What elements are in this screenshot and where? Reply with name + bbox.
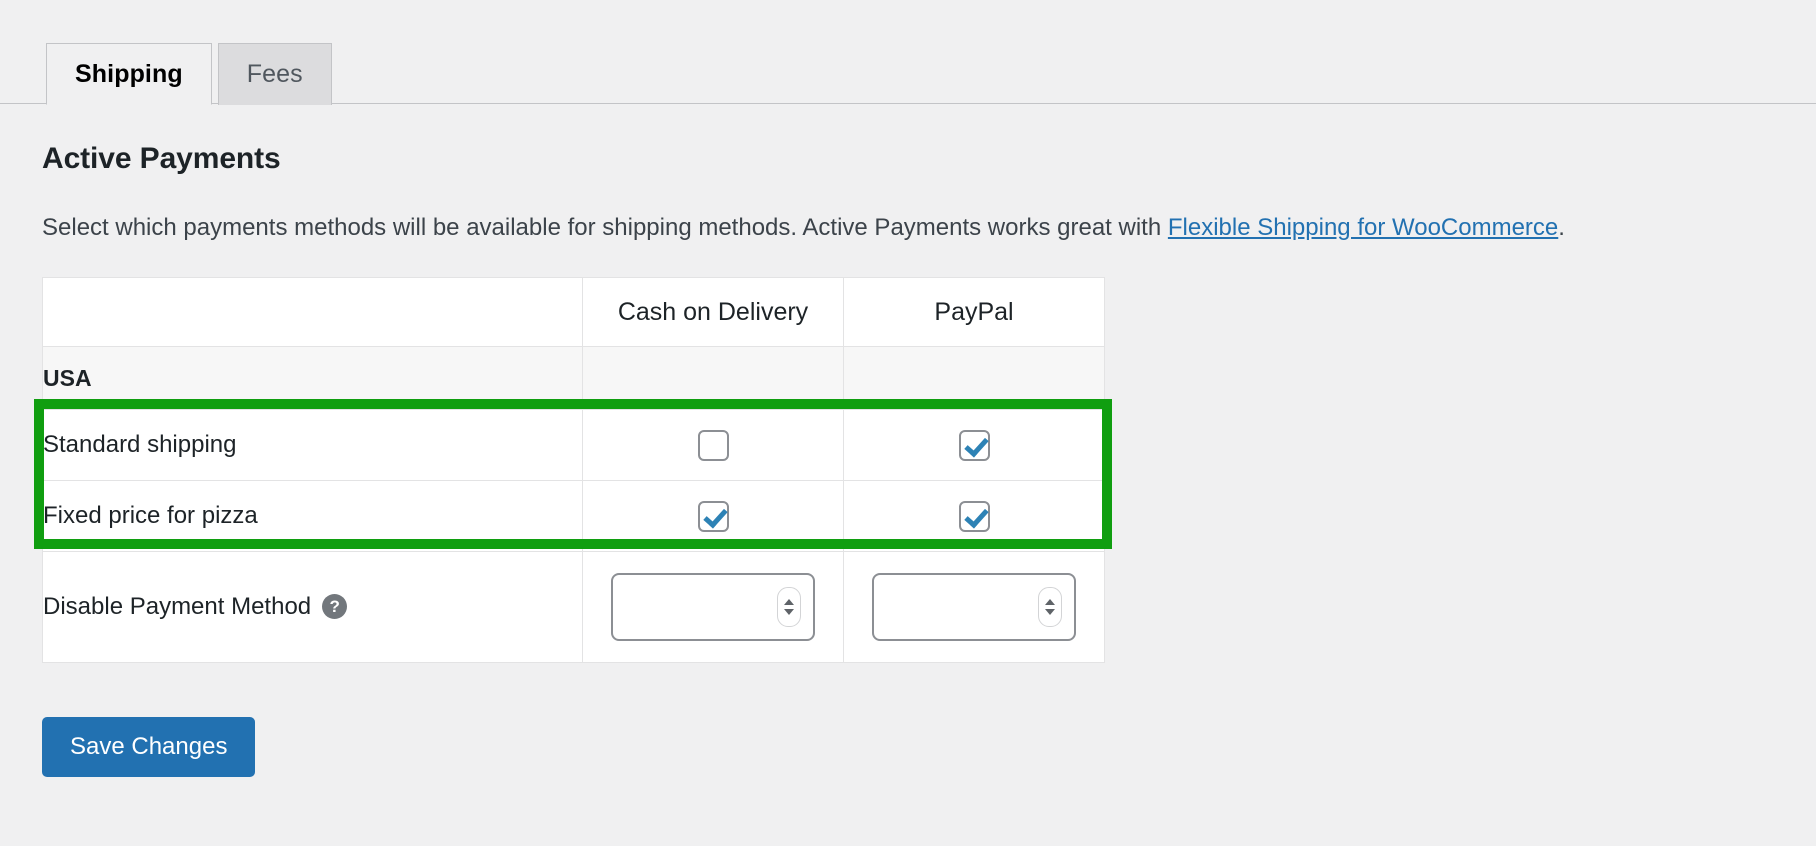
description-text-before: Select which payments methods will be av… (42, 214, 1168, 241)
spinner-paypal[interactable] (1038, 587, 1062, 628)
tab-shipping[interactable]: Shipping (46, 43, 212, 105)
save-changes-button[interactable]: Save Changes (42, 717, 256, 778)
cell-standard-shipping-cash-on-delivery[interactable] (582, 409, 844, 482)
flexible-shipping-link[interactable]: Flexible Shipping for WooCommerce (1168, 214, 1558, 241)
cell-disable-paypal (843, 551, 1105, 664)
checkbox-fixed-price-for-pizza-paypal[interactable] (958, 500, 990, 532)
cell-disable-cash-on-delivery (582, 551, 844, 664)
group-label-usa: USA (42, 346, 583, 411)
table-body: USA Standard shipping Fixed price for pi… (42, 346, 1105, 664)
spinner-down-arrow-icon[interactable] (1045, 609, 1055, 616)
disable-cash-on-delivery-field[interactable] (611, 573, 815, 642)
tab-fees[interactable]: Fees (217, 43, 332, 105)
disable-cash-on-delivery-field-wrap (583, 573, 843, 642)
spinner-up-arrow-icon[interactable] (1045, 599, 1055, 606)
column-header-paypal: PayPal (843, 277, 1105, 348)
tab-shipping-label: Shipping (75, 59, 183, 88)
table-row: Fixed price for pizza (42, 480, 1105, 553)
column-header-cash-on-delivery: Cash on Delivery (582, 277, 844, 348)
content-area: Active Payments Select which payments me… (0, 142, 1816, 778)
checkbox-standard-shipping-paypal[interactable] (958, 429, 990, 461)
spinner-up-arrow-icon[interactable] (784, 599, 794, 606)
table-row-disable-payment-method: Disable Payment Method? (42, 551, 1105, 664)
settings-page: Shipping Fees Active Payments Select whi… (0, 0, 1816, 846)
cell-fixed-price-for-pizza-cash-on-delivery[interactable] (582, 480, 844, 553)
method-label-standard-shipping: Standard shipping (42, 409, 583, 482)
disable-paypal-field[interactable] (872, 573, 1076, 642)
description-text-after: . (1558, 214, 1565, 241)
table-group-row-usa: USA (42, 346, 1105, 411)
method-label-fixed-price-for-pizza: Fixed price for pizza (42, 480, 583, 553)
table-head: Cash on Delivery PayPal (42, 277, 1105, 348)
page-title: Active Payments (42, 142, 281, 175)
section-description: Select which payments methods will be av… (42, 212, 1816, 243)
disable-payment-method-label-cell: Disable Payment Method? (42, 551, 583, 664)
tab-strip: Shipping Fees (0, 0, 1816, 105)
disable-payment-method-label: Disable Payment Method (43, 593, 312, 621)
spinner-cash-on-delivery[interactable] (777, 587, 801, 628)
payments-table-wrapper: Cash on Delivery PayPal USA Standard shi… (34, 277, 1112, 664)
group-cell-cash-on-delivery (582, 346, 844, 411)
disable-paypal-field-wrap (844, 573, 1104, 642)
cell-fixed-price-for-pizza-paypal[interactable] (843, 480, 1105, 553)
tab-fees-label: Fees (246, 60, 303, 88)
checkbox-standard-shipping-cash-on-delivery[interactable] (697, 429, 729, 461)
cell-standard-shipping-paypal[interactable] (843, 409, 1105, 482)
table-row: Standard shipping (42, 409, 1105, 482)
active-payments-table: Cash on Delivery PayPal USA Standard shi… (42, 277, 1105, 664)
group-cell-paypal (843, 346, 1105, 411)
checkbox-fixed-price-for-pizza-cash-on-delivery[interactable] (697, 500, 729, 532)
spinner-down-arrow-icon[interactable] (784, 609, 794, 616)
help-circle-icon[interactable]: ? (322, 594, 348, 620)
column-header-blank (42, 277, 583, 348)
table-header-row: Cash on Delivery PayPal (42, 277, 1105, 348)
